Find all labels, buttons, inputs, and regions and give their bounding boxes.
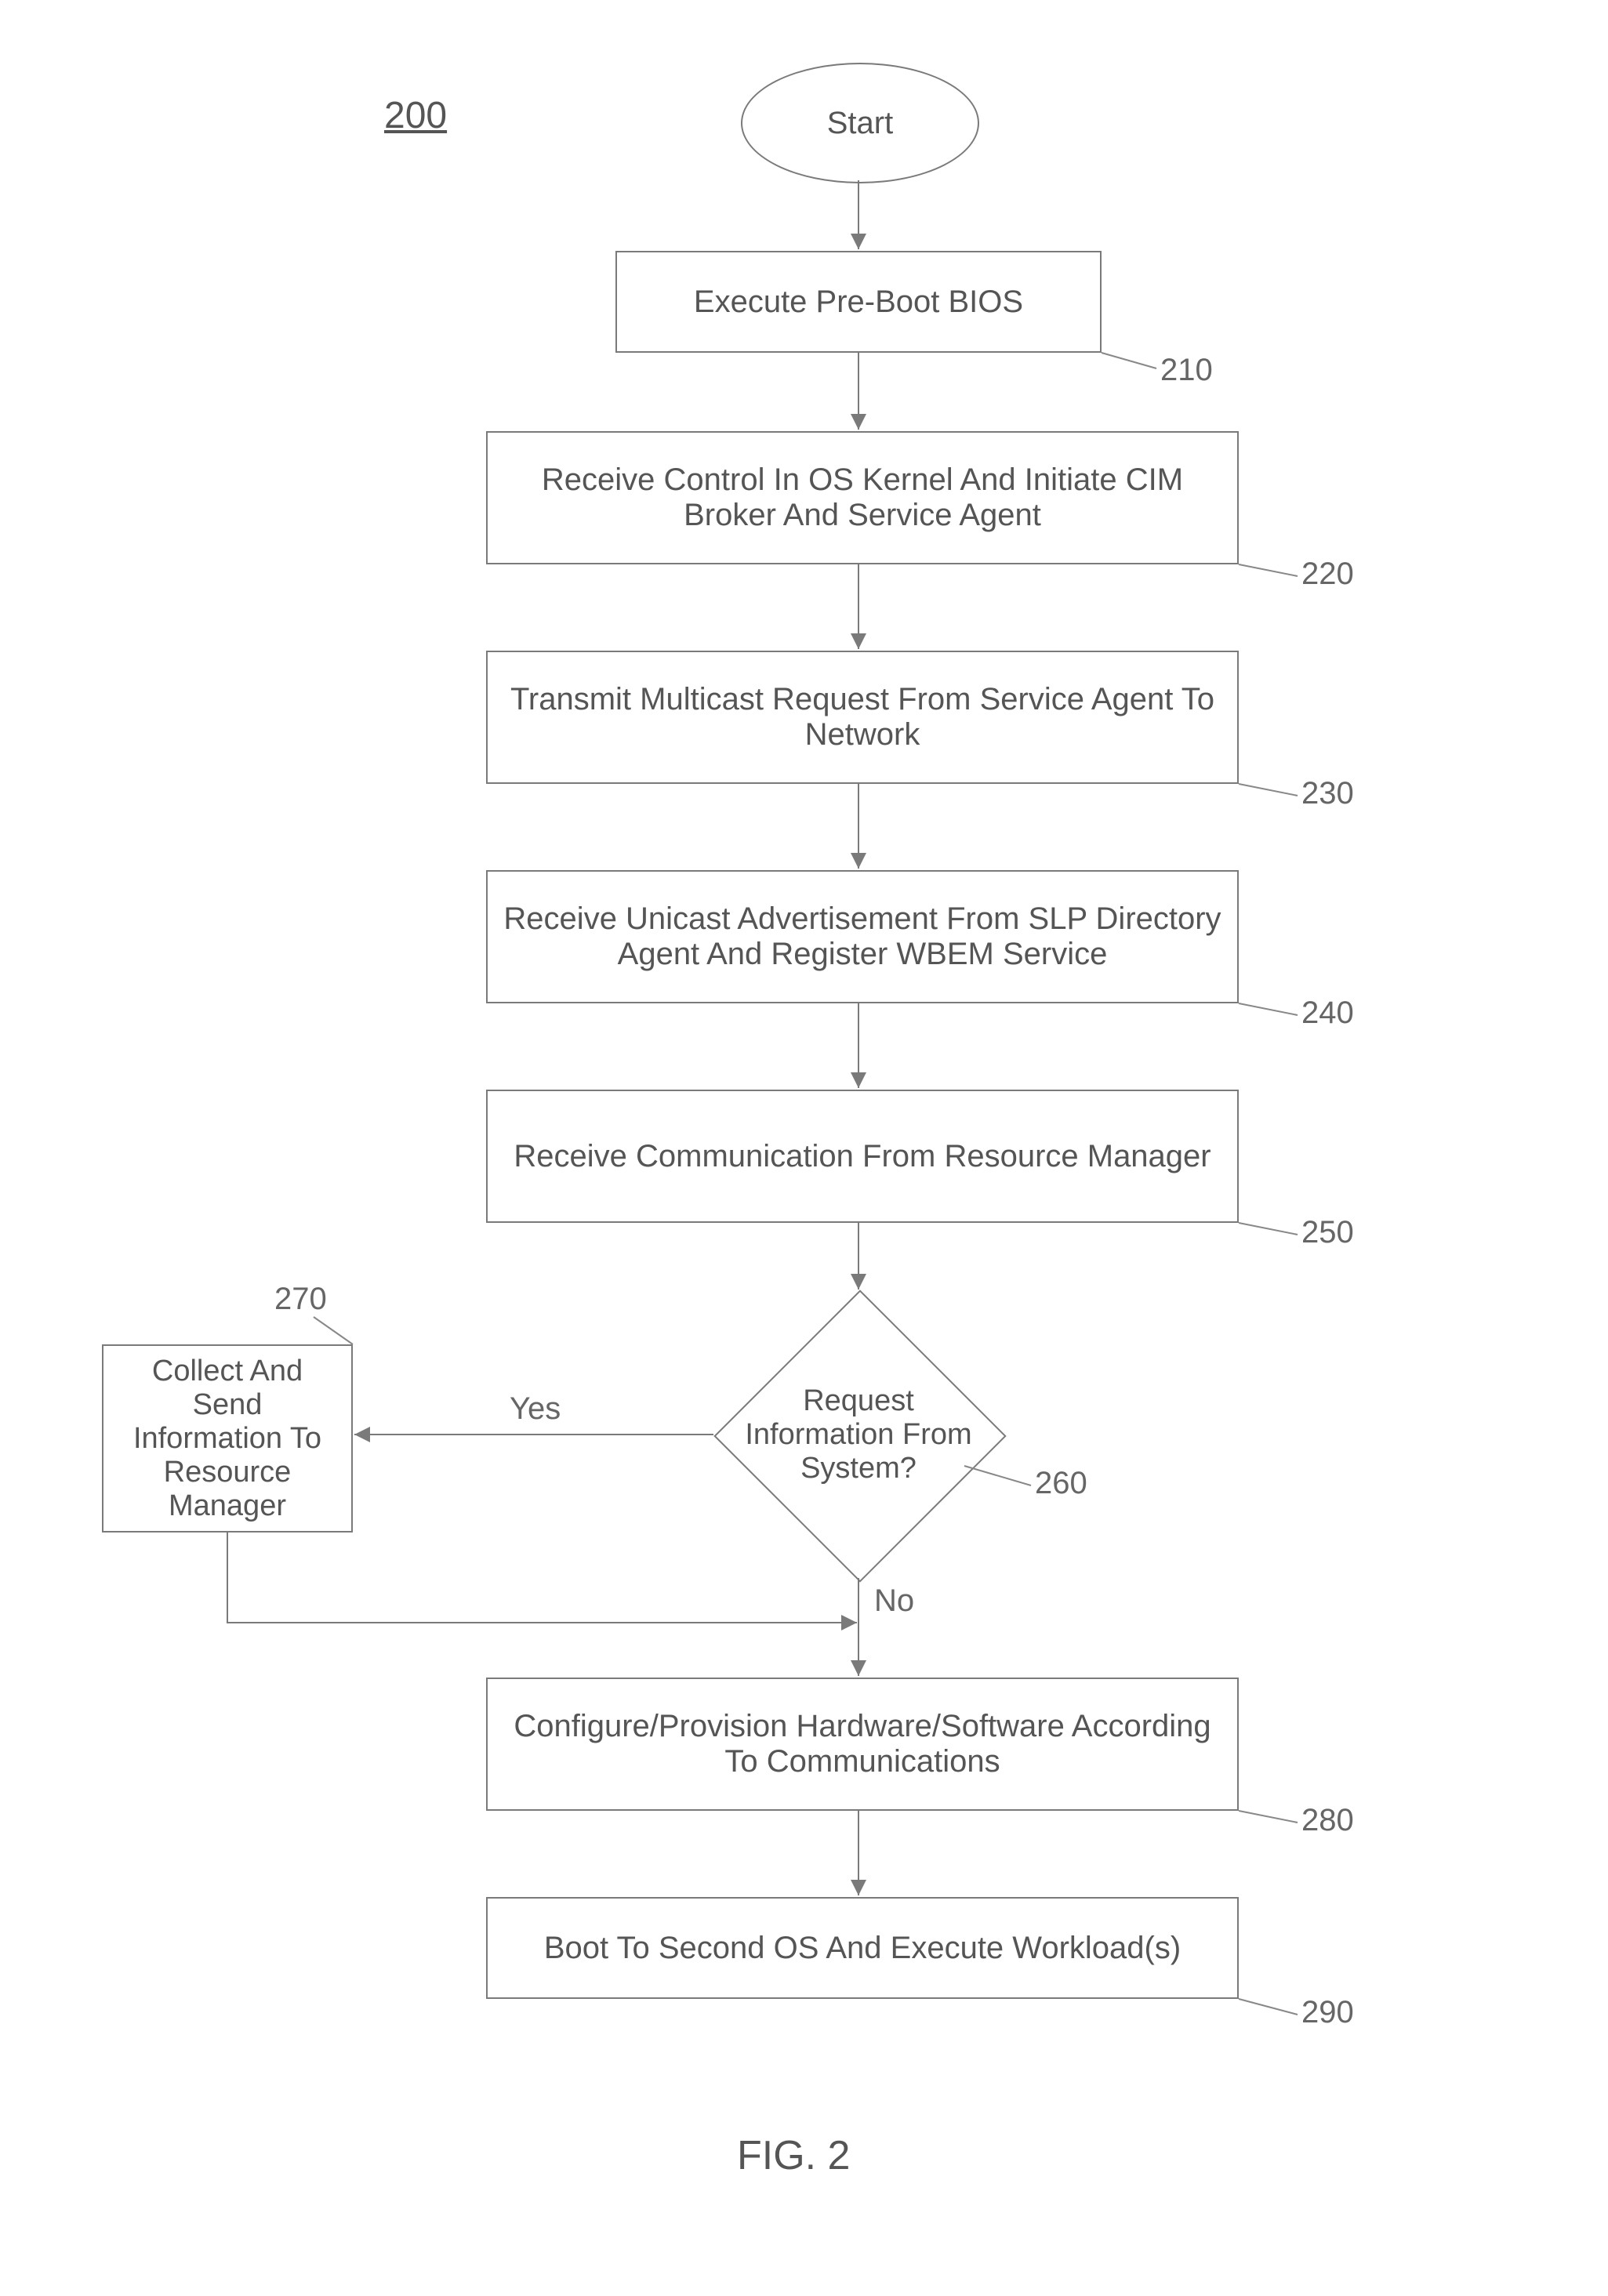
flowchart-canvas: 200 Start Execute Pre-Boot BIOS 210 Rece… — [0, 0, 1608, 2296]
start-text: Start — [827, 106, 893, 141]
box-280: Configure/Provision Hardware/Software Ac… — [486, 1678, 1239, 1811]
edge-yes-label: Yes — [510, 1391, 561, 1427]
diamond-260-text-wrap: Request Information From System? — [725, 1333, 992, 1536]
box-240: Receive Unicast Advertisement From SLP D… — [486, 870, 1239, 1003]
label-270: 270 — [274, 1282, 327, 1317]
box-270-text: Collect And Send Information To Resource… — [119, 1355, 336, 1523]
box-210: Execute Pre-Boot BIOS — [615, 251, 1102, 353]
box-250: Receive Communication From Resource Mana… — [486, 1090, 1239, 1223]
box-290: Boot To Second OS And Execute Workload(s… — [486, 1897, 1239, 1999]
diamond-260-text: Request Information From System? — [725, 1384, 992, 1485]
box-230: Transmit Multicast Request From Service … — [486, 651, 1239, 784]
box-250-text: Receive Communication From Resource Mana… — [514, 1139, 1211, 1174]
figure-caption: FIG. 2 — [737, 2132, 850, 2179]
box-210-text: Execute Pre-Boot BIOS — [694, 285, 1023, 320]
box-220: Receive Control In OS Kernel And Initiat… — [486, 431, 1239, 564]
box-270: Collect And Send Information To Resource… — [102, 1344, 353, 1532]
start-node: Start — [741, 63, 979, 183]
label-260: 260 — [1035, 1466, 1087, 1501]
box-240-text: Receive Unicast Advertisement From SLP D… — [503, 901, 1221, 972]
label-220: 220 — [1301, 557, 1354, 592]
box-280-text: Configure/Provision Hardware/Software Ac… — [503, 1709, 1221, 1779]
label-250: 250 — [1301, 1215, 1354, 1250]
label-280: 280 — [1301, 1803, 1354, 1838]
label-240: 240 — [1301, 996, 1354, 1031]
label-230: 230 — [1301, 776, 1354, 811]
edge-no-label: No — [874, 1583, 914, 1619]
label-210: 210 — [1160, 353, 1213, 388]
figure-number: 200 — [384, 94, 447, 137]
box-230-text: Transmit Multicast Request From Service … — [503, 682, 1221, 753]
label-290: 290 — [1301, 1995, 1354, 2030]
box-220-text: Receive Control In OS Kernel And Initiat… — [503, 462, 1221, 533]
box-290-text: Boot To Second OS And Execute Workload(s… — [544, 1931, 1181, 1966]
